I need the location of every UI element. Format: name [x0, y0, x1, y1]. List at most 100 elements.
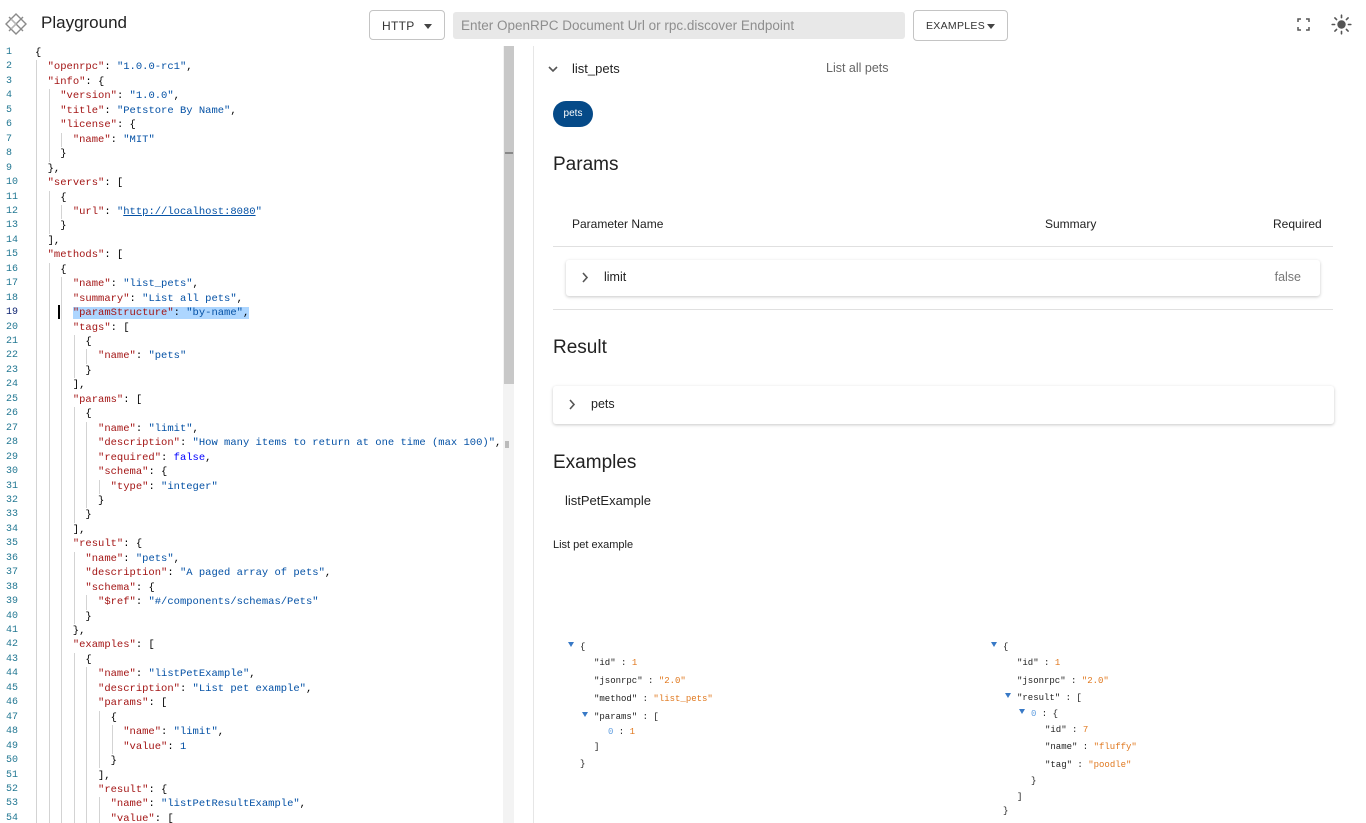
line-number: 13 [6, 220, 19, 232]
json-line[interactable]: 0 : { [1019, 706, 1058, 722]
examples-button[interactable]: EXAMPLES [913, 10, 1008, 41]
line-number: 37 [6, 567, 19, 579]
editor-line[interactable]: 6 "license": { [0, 118, 503, 132]
editor-line[interactable]: 1{ [0, 46, 503, 60]
editor-line[interactable]: 52 "result": { [0, 783, 503, 797]
panel-resize-handle[interactable] [505, 441, 509, 448]
editor-line[interactable]: 35 "result": { [0, 537, 503, 551]
editor-line[interactable]: 17 "name": "list_pets", [0, 277, 503, 291]
editor-line[interactable]: 11 { [0, 191, 503, 205]
editor-line[interactable]: 31 "type": "integer" [0, 480, 503, 494]
editor-line[interactable]: 9 }, [0, 162, 503, 176]
transport-select-label: HTTP [382, 19, 415, 33]
editor-line[interactable]: 38 "schema": { [0, 581, 503, 595]
editor-line[interactable]: 15 "methods": [ [0, 248, 503, 262]
editor-line[interactable]: 21 { [0, 335, 503, 349]
collapse-triangle-icon[interactable] [991, 642, 997, 647]
editor-line[interactable]: 12 "url": "http://localhost:8080" [0, 205, 503, 219]
json-token: } [580, 759, 586, 769]
code-token: } [35, 610, 92, 623]
line-number: 3 [6, 75, 13, 87]
editor-line[interactable]: 20 "tags": [ [0, 321, 503, 335]
code-token: "schema" [85, 581, 136, 594]
editor-line[interactable]: 33 } [0, 508, 503, 522]
json-line[interactable]: { [991, 639, 1008, 655]
result-row-pets[interactable]: pets [553, 386, 1334, 424]
openrpc-logo-icon[interactable] [5, 13, 27, 35]
collapse-triangle-icon[interactable] [568, 642, 574, 647]
method-name[interactable]: list_pets [572, 61, 620, 76]
light-theme-sun-icon[interactable] [1331, 14, 1352, 35]
editor-line[interactable]: 10 "servers": [ [0, 176, 503, 190]
editor-line[interactable]: 42 "examples": [ [0, 638, 503, 652]
json-code-editor[interactable]: 1{2 "openrpc": "1.0.0-rc1", 3 "info": {4 … [0, 46, 503, 823]
editor-line[interactable]: 8 } [0, 147, 503, 161]
editor-line[interactable]: 48 "name": "limit", [0, 725, 503, 739]
collapse-triangle-icon[interactable] [582, 712, 588, 717]
tag-chip[interactable]: pets [553, 101, 593, 127]
collapse-triangle-icon[interactable] [1019, 709, 1025, 714]
transport-select[interactable]: HTTP [369, 10, 445, 40]
editor-line[interactable]: 37 "description": "A paged array of pets… [0, 566, 503, 580]
collapse-triangle-icon[interactable] [1005, 693, 1011, 698]
editor-line[interactable]: 30 "schema": { [0, 465, 503, 479]
document-url-input[interactable] [453, 12, 905, 39]
editor-line[interactable]: 13 } [0, 219, 503, 233]
editor-line[interactable]: 53 "name": "listPetResultExample", [0, 797, 503, 811]
editor-line[interactable]: 29 "required": false, [0, 451, 503, 465]
json-line: "id" : 7 [1045, 722, 1088, 738]
chevron-right-icon[interactable] [567, 398, 577, 411]
example-tab-listpetexample[interactable]: listPetExample [565, 493, 651, 508]
editor-line[interactable]: 50 } [0, 754, 503, 768]
code-token: , [324, 567, 332, 580]
editor-line[interactable]: 27 "name": "limit", [0, 422, 503, 436]
editor-line[interactable]: 40 } [0, 610, 503, 624]
examples-heading: Examples [553, 452, 637, 473]
editor-line[interactable]: 32 } [0, 494, 503, 508]
editor-line[interactable]: 39 "$ref": "#/components/schemas/Pets" [0, 595, 503, 609]
editor-line[interactable]: 41 }, [0, 624, 503, 638]
editor-line[interactable]: 34 ], [0, 523, 503, 537]
editor-line[interactable]: 3 "info": { [0, 75, 503, 89]
editor-line[interactable]: 4 "version": "1.0.0", [0, 89, 503, 103]
editor-line[interactable]: 5 "title": "Petstore By Name", [0, 104, 503, 118]
editor-line[interactable]: 7 "name": "MIT" [0, 133, 503, 147]
editor-line[interactable]: 54 "value": [ [0, 812, 503, 823]
code-token: "description" [85, 567, 168, 580]
chevron-down-icon[interactable] [547, 63, 559, 75]
editor-line[interactable]: 47 { [0, 711, 503, 725]
line-code: }, [35, 162, 61, 176]
editor-scrollbar-thumb[interactable] [504, 46, 514, 384]
param-row-limit[interactable]: limit false [566, 260, 1320, 296]
editor-line[interactable]: 25 "params": [ [0, 393, 503, 407]
editor-line[interactable]: 19 "paramStructure": "by-name", [0, 306, 503, 320]
editor-line[interactable]: 45 "description": "List pet example", [0, 682, 503, 696]
json-line[interactable]: "result" : [ [1005, 690, 1082, 706]
code-token: "How many items to return at one time (m… [192, 437, 495, 450]
editor-line[interactable]: 24 ], [0, 378, 503, 392]
editor-line[interactable]: 23 } [0, 364, 503, 378]
editor-line[interactable]: 51 ], [0, 769, 503, 783]
editor-line[interactable]: 28 "description": "How many items to ret… [0, 436, 503, 450]
editor-line[interactable]: 36 "name": "pets", [0, 552, 503, 566]
editor-line[interactable]: 26 { [0, 407, 503, 421]
line-number: 6 [6, 119, 13, 131]
json-token: : [615, 658, 632, 668]
editor-line[interactable]: 44 "name": "listPetExample", [0, 667, 503, 681]
editor-line[interactable]: 18 "summary": "List all pets", [0, 292, 503, 306]
app-title: Playground [41, 13, 128, 32]
editor-line[interactable]: 14 ], [0, 234, 503, 248]
editor-line[interactable]: 46 "params": [ [0, 696, 503, 710]
json-line[interactable]: "params" : [ [582, 709, 659, 725]
editor-line[interactable]: 22 "name": "pets" [0, 349, 503, 363]
json-line[interactable]: { [568, 639, 585, 655]
editor-line[interactable]: 2 "openrpc": "1.0.0-rc1", [0, 60, 503, 74]
editor-line[interactable]: 49 "value": 1 [0, 740, 503, 754]
code-token: "List all pets" [142, 292, 237, 305]
editor-line[interactable]: 43 { [0, 653, 503, 667]
fullscreen-icon[interactable] [1297, 18, 1310, 31]
indent-guide [36, 60, 37, 823]
editor-line[interactable]: 16 { [0, 263, 503, 277]
chevron-right-icon[interactable] [580, 271, 590, 284]
code-token: : [167, 567, 180, 580]
